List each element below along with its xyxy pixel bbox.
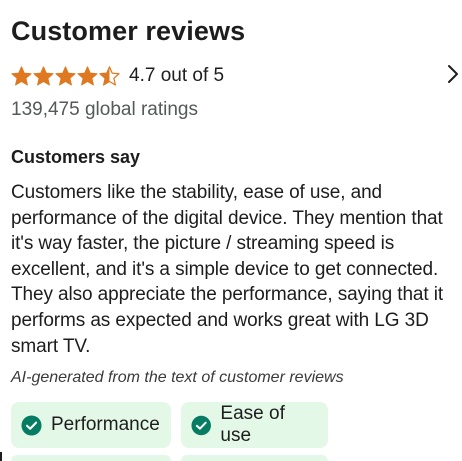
chip-ease-of-use[interactable]: Ease of use (181, 402, 328, 449)
chip-label: Performance (51, 414, 160, 436)
star-rating (11, 66, 120, 86)
chip-label: Ease of use (220, 403, 285, 447)
chip-partial[interactable] (181, 455, 328, 461)
customers-say-heading: Customers say (11, 147, 141, 167)
chevron-right-icon[interactable] (446, 63, 460, 85)
global-ratings-count[interactable]: 139,475 global ratings (11, 98, 462, 122)
check-circle-icon (191, 415, 211, 435)
next-chip-row (11, 455, 328, 461)
star-full-icon (33, 66, 54, 86)
ai-generated-note: AI-generated from the text of customer r… (11, 369, 344, 387)
edge-marker (0, 452, 2, 461)
aspect-chips: Performance Ease of use (11, 402, 462, 449)
star-full-icon (55, 66, 76, 86)
chip-performance[interactable]: Performance (11, 402, 171, 449)
chip-partial[interactable] (11, 455, 171, 461)
rating-summary-row[interactable]: 4.7 out of 5 (11, 63, 462, 89)
check-circle-icon (21, 415, 42, 436)
star-full-icon (77, 66, 98, 86)
page-title: Customer reviews (11, 16, 246, 46)
customer-reviews-panel: Customer reviews 4.7 out of 5 139,475 gl… (0, 0, 462, 461)
review-summary-text: Customers like the stability, ease of us… (11, 182, 444, 357)
rating-text: 4.7 out of 5 (129, 65, 225, 86)
star-half-icon (99, 66, 120, 86)
star-full-icon (11, 66, 32, 86)
